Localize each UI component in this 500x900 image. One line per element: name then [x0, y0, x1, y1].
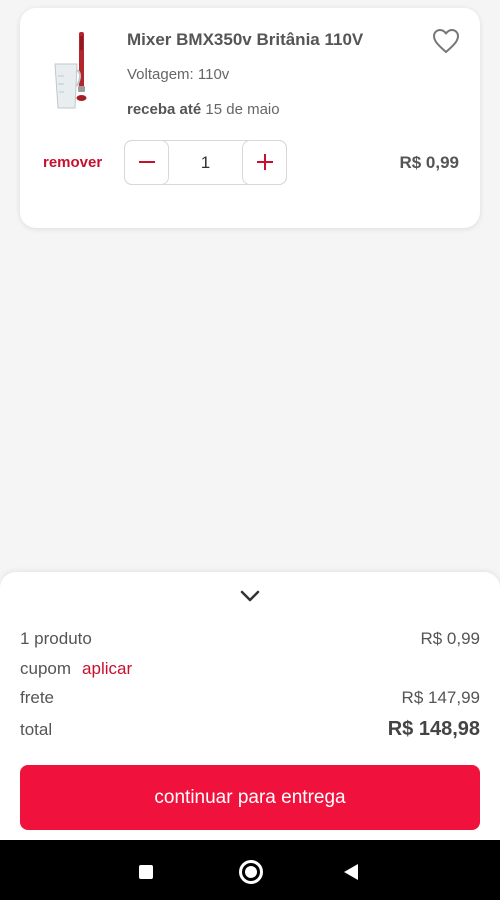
increase-quantity-button[interactable]: [242, 139, 287, 185]
summary-shipping-row: frete R$ 147,99: [20, 688, 480, 708]
android-nav-bar: [0, 840, 500, 900]
decrease-quantity-button[interactable]: [124, 139, 169, 185]
hand-mixer-icon: [54, 32, 87, 109]
total-label: total: [20, 720, 53, 739]
plus-icon: [256, 154, 273, 170]
cart-item-card: Mixer BMX350v Britânia 110V Voltagem: 11…: [20, 8, 480, 228]
apply-coupon-link[interactable]: aplicar: [82, 659, 132, 679]
products-value: R$ 0,99: [420, 629, 480, 648]
item-price: R$ 0,99: [399, 153, 459, 172]
quantity-value[interactable]: 1: [169, 153, 242, 173]
shipping-label: frete: [20, 688, 55, 707]
shipping-value: R$ 147,99: [401, 688, 480, 707]
delivery-lead: receba até: [127, 101, 202, 118]
chevron-down-icon[interactable]: [239, 588, 261, 604]
heart-outline-icon[interactable]: [432, 28, 460, 54]
summary-coupon-row: cupom aplicar: [20, 659, 480, 679]
cart-page: Mixer BMX350v Britânia 110V Voltagem: 11…: [0, 0, 500, 900]
recent-apps-icon[interactable]: [139, 865, 153, 879]
coupon-label: cupom: [20, 659, 72, 678]
home-icon[interactable]: [239, 860, 263, 884]
products-label: 1 produto: [20, 629, 92, 648]
summary-products-row: 1 produto R$ 0,99: [20, 629, 480, 649]
continue-to-delivery-button[interactable]: continuar para entrega: [20, 765, 480, 830]
product-name[interactable]: Mixer BMX350v Britânia 110V: [127, 30, 363, 50]
remove-button[interactable]: remover: [43, 154, 102, 171]
back-icon[interactable]: [344, 864, 358, 880]
order-summary-sheet: 1 produto R$ 0,99 cupom aplicar frete R$…: [0, 572, 500, 840]
delivery-estimate: receba até 15 de maio: [127, 101, 280, 118]
delivery-date: 15 de maio: [205, 101, 280, 118]
minus-icon: [138, 161, 155, 163]
summary-total-row: total R$ 148,98: [20, 718, 480, 741]
product-variant: Voltagem: 110v: [127, 66, 230, 83]
quantity-stepper: 1: [124, 139, 287, 185]
total-value: R$ 148,98: [387, 718, 480, 740]
